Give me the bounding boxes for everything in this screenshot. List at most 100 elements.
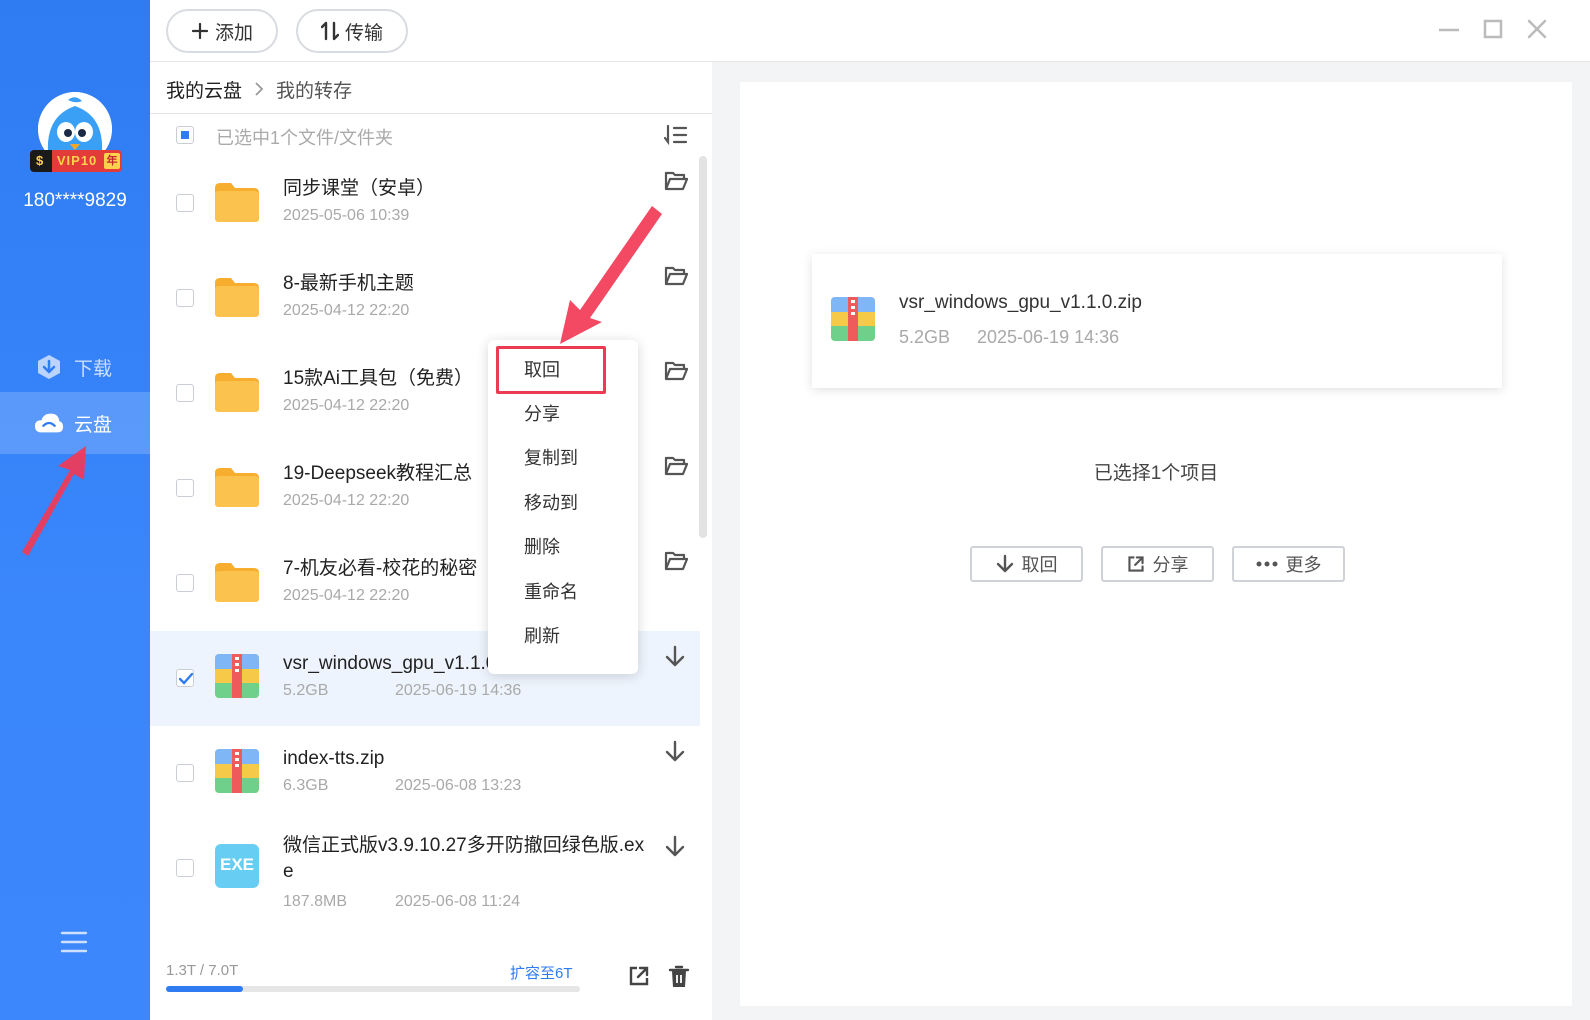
breadcrumb-root[interactable]: 我的云盘 xyxy=(166,76,242,103)
open-folder-icon xyxy=(664,171,689,196)
footer-delete-button[interactable] xyxy=(668,965,690,994)
top-toolbar: 添加 传输 xyxy=(150,0,1590,62)
row-checkbox[interactable] xyxy=(176,384,194,402)
open-folder-button[interactable] xyxy=(664,170,690,196)
open-folder-icon xyxy=(664,456,689,481)
breadcrumb: 我的云盘 我的转存 xyxy=(166,74,352,104)
menu-item-retrieve[interactable]: 取回 xyxy=(524,356,560,382)
minimize-button[interactable] xyxy=(1436,16,1462,42)
expand-storage-link[interactable]: 扩容至6T xyxy=(510,962,573,983)
context-menu: 取回 分享 复制到 移动到 删除 重命名 刷新 xyxy=(488,340,638,674)
open-folder-icon xyxy=(664,551,689,576)
transfer-button-label: 传输 xyxy=(344,22,383,44)
file-date: 2025-06-08 13:23 xyxy=(395,777,522,794)
close-button[interactable] xyxy=(1524,16,1550,42)
selected-file-card: vsr_windows_gpu_v1.1.0.zip 5.2GB 2025-06-… xyxy=(812,254,1502,388)
folder-icon xyxy=(214,368,260,414)
file-size: 5.2GB xyxy=(283,682,329,699)
file-date: 2025-04-12 22:20 xyxy=(283,397,410,414)
zip-file-icon xyxy=(214,653,260,699)
chevron-right-icon xyxy=(254,81,264,97)
zip-file-icon xyxy=(830,296,876,342)
arrow-down-icon xyxy=(664,645,686,673)
open-folder-button[interactable] xyxy=(664,265,690,291)
selected-count: 已选择1个项目 xyxy=(1093,463,1219,484)
file-row[interactable]: 8-最新手机主题 2025-04-12 22:20 xyxy=(150,251,700,346)
transfer-button[interactable]: 传输 xyxy=(296,9,408,53)
file-date: 2025-06-19 14:36 xyxy=(395,682,522,699)
nav-cloud[interactable]: 云盘 xyxy=(0,392,150,454)
row-checkbox[interactable] xyxy=(176,479,194,497)
file-meta: 5.2GB 2025-06-19 14:36 xyxy=(283,682,521,700)
file-row[interactable]: EXE 微信正式版v3.9.10.27多开防撤回绿色版.exe 187.8MB 202… xyxy=(150,821,700,916)
vip-year: 年 xyxy=(104,153,120,169)
detail-panel: vsr_windows_gpu_v1.1.0.zip 5.2GB 2025-06-… xyxy=(740,82,1572,1006)
external-share-icon xyxy=(629,966,649,986)
sort-button[interactable] xyxy=(663,124,688,151)
file-row[interactable]: index-tts.zip 6.3GB 2025-06-08 13:23 xyxy=(150,726,700,821)
hamburger-icon xyxy=(60,931,88,953)
file-date: 2025-04-12 22:20 xyxy=(283,302,410,319)
arrow-down-icon xyxy=(664,835,686,863)
trash-icon xyxy=(668,965,690,987)
row-checkbox[interactable] xyxy=(176,289,194,307)
footer-share-button[interactable] xyxy=(628,965,650,992)
more-button[interactable]: 更多 xyxy=(1232,546,1345,582)
selection-info: 已选中1个文件/文件夹 xyxy=(216,128,394,148)
breadcrumb-current: 我的转存 xyxy=(276,80,353,102)
file-meta: 2025-04-12 22:20 xyxy=(283,587,409,605)
download-shield-icon xyxy=(34,352,64,382)
share-button[interactable]: 分享 xyxy=(1101,546,1214,582)
file-name[interactable]: 同步课堂（安卓） xyxy=(283,176,653,202)
file-size: 6.3GB xyxy=(283,777,329,794)
storage-bar xyxy=(166,986,580,992)
file-name[interactable]: 8-最新手机主题 xyxy=(283,271,653,297)
menu-item-rename[interactable]: 重命名 xyxy=(524,578,578,604)
file-meta: 2025-05-06 10:39 xyxy=(283,207,409,225)
select-all-checkbox[interactable] xyxy=(176,126,194,144)
file-date: 2025-04-12 22:20 xyxy=(283,587,410,604)
row-checkbox[interactable] xyxy=(176,764,194,782)
cloud-icon xyxy=(34,408,64,438)
close-icon xyxy=(1527,19,1547,39)
open-folder-button[interactable] xyxy=(664,455,690,481)
download-button[interactable] xyxy=(664,740,690,766)
download-button[interactable] xyxy=(664,645,690,671)
file-meta: 187.8MB 2025-06-08 11:24 xyxy=(283,893,520,911)
download-button[interactable] xyxy=(664,835,690,861)
minimize-icon xyxy=(1439,28,1459,32)
maximize-icon xyxy=(1483,19,1503,39)
zip-file-icon xyxy=(214,748,260,794)
arrow-down-icon xyxy=(996,554,1014,574)
row-checkbox[interactable] xyxy=(176,669,194,687)
open-folder-button[interactable] xyxy=(664,360,690,386)
open-folder-button[interactable] xyxy=(664,550,690,576)
menu-item-delete[interactable]: 删除 xyxy=(524,533,560,559)
file-meta: 6.3GB 2025-06-08 13:23 xyxy=(283,777,521,795)
maximize-button[interactable] xyxy=(1480,16,1506,42)
arrow-down-icon xyxy=(664,740,686,768)
file-row[interactable]: 同步课堂（安卓） 2025-05-06 10:39 xyxy=(150,156,700,251)
file-meta: 2025-04-12 22:20 xyxy=(283,492,409,510)
menu-item-move-to[interactable]: 移动到 xyxy=(524,489,578,515)
storage-usage: 1.3T / 7.0T xyxy=(166,962,239,979)
nav-download[interactable]: 下载 xyxy=(0,336,150,398)
file-name[interactable]: 微信正式版v3.9.10.27多开防撤回绿色版.exe xyxy=(283,833,653,885)
row-checkbox[interactable] xyxy=(176,859,194,877)
add-button[interactable]: 添加 xyxy=(166,9,278,53)
detail-file-name: vsr_windows_gpu_v1.1.0.zip xyxy=(899,292,1142,313)
file-meta: 2025-04-12 22:20 xyxy=(283,397,409,415)
plus-icon xyxy=(191,22,209,40)
menu-item-copy-to[interactable]: 复制到 xyxy=(524,444,578,470)
file-name[interactable]: index-tts.zip xyxy=(283,746,653,772)
menu-item-share[interactable]: 分享 xyxy=(524,400,560,426)
detail-file-meta: 5.2GB 2025-06-19 14:36 xyxy=(899,327,1119,348)
menu-toggle-button[interactable] xyxy=(60,930,88,954)
row-checkbox[interactable] xyxy=(176,574,194,592)
vip-label: VIP10 xyxy=(56,153,98,168)
menu-item-refresh[interactable]: 刷新 xyxy=(524,622,560,648)
retrieve-button[interactable]: 取回 xyxy=(970,546,1083,582)
scrollbar[interactable] xyxy=(699,156,707,538)
nav-download-label: 下载 xyxy=(74,358,113,380)
row-checkbox[interactable] xyxy=(176,194,194,212)
